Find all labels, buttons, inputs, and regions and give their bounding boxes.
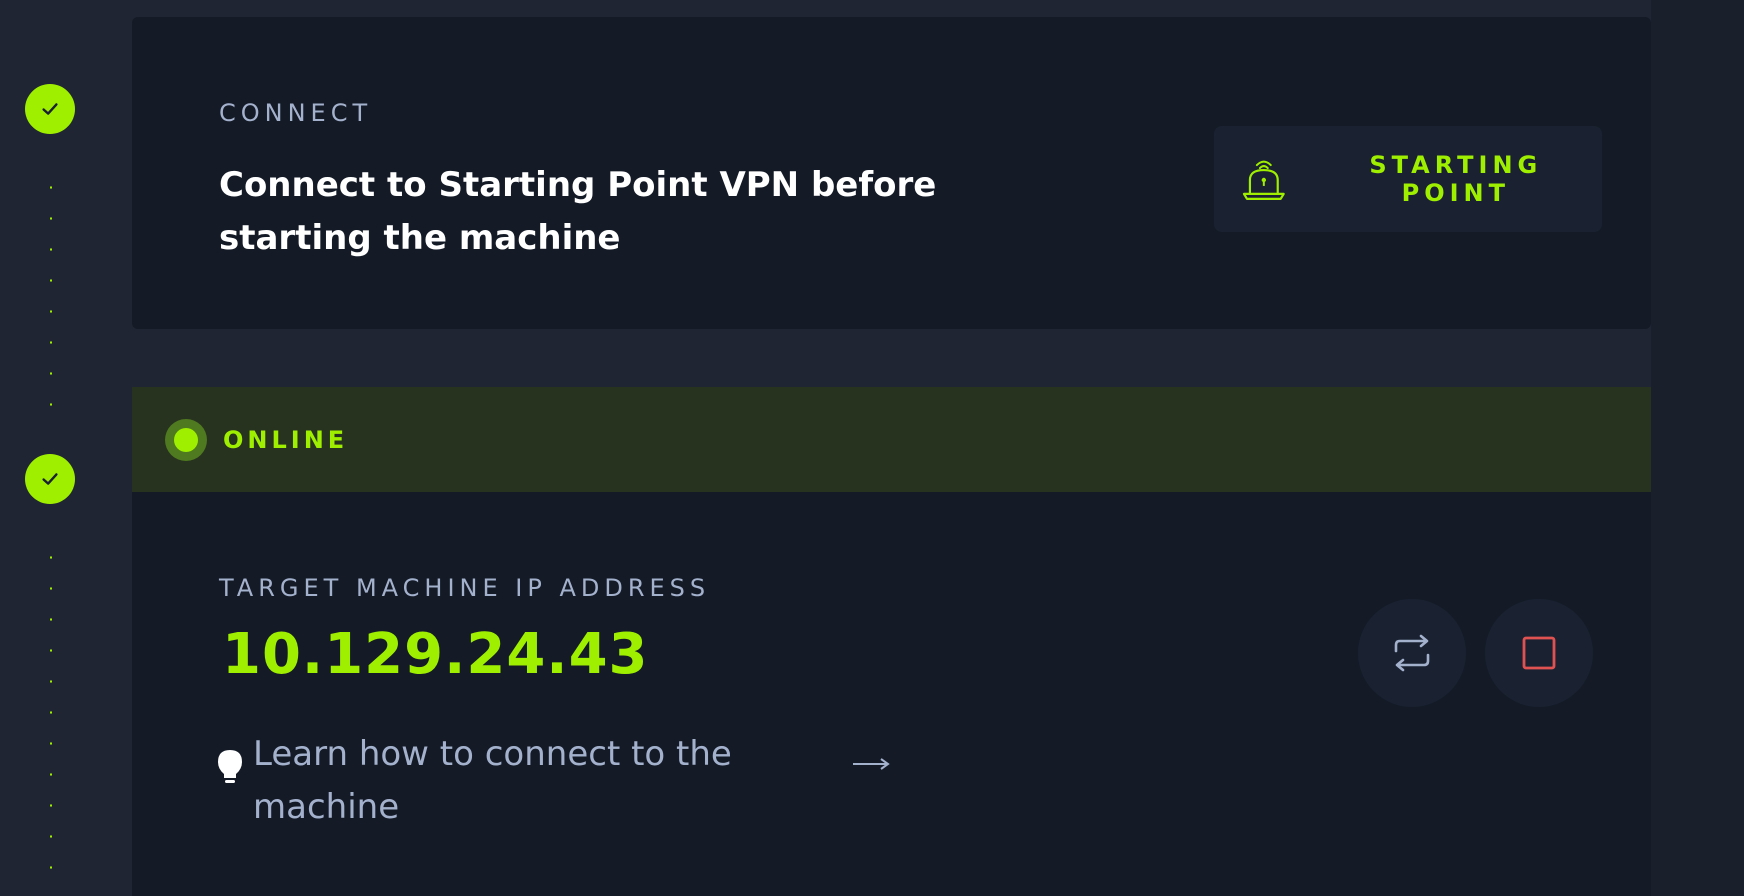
connect-heading: Connect to Starting Point VPN before sta…: [219, 165, 937, 258]
step-connector: [50, 172, 52, 412]
check-icon: [42, 473, 58, 485]
target-ip-eyebrow: TARGET MACHINE IP ADDRESS: [219, 574, 711, 602]
step-2-complete: [25, 454, 75, 504]
arrow-right-icon: [853, 758, 890, 770]
lightbulb-icon: [218, 750, 242, 783]
target-machine-card: TARGET MACHINE IP ADDRESS 10.129.24.43 L…: [132, 492, 1651, 896]
learn-connect-text: Learn how to connect to the machine: [253, 734, 732, 827]
starting-point-vpn-button[interactable]: STARTING POINT: [1214, 126, 1602, 232]
machine-status-bar: ONLINE: [132, 387, 1651, 492]
target-ip-address[interactable]: 10.129.24.43: [222, 622, 649, 687]
reset-icon: [1394, 634, 1430, 672]
right-rail: [1651, 0, 1744, 896]
learn-connect-link[interactable]: Learn how to connect to the machine: [215, 728, 890, 834]
reset-machine-button[interactable]: [1358, 599, 1466, 707]
status-label: ONLINE: [223, 425, 349, 454]
connect-card: CONNECT Connect to Starting Point VPN be…: [132, 17, 1651, 329]
vpn-laptop-icon: [1242, 160, 1285, 200]
connect-eyebrow: CONNECT: [219, 99, 373, 127]
stop-machine-button[interactable]: [1485, 599, 1593, 707]
stop-icon: [1522, 636, 1556, 670]
step-1-complete: [25, 84, 75, 134]
check-icon: [42, 103, 58, 115]
starting-point-label: STARTING POINT: [1369, 151, 1543, 207]
status-dot-icon: [165, 418, 207, 461]
step-connector: [50, 542, 52, 896]
